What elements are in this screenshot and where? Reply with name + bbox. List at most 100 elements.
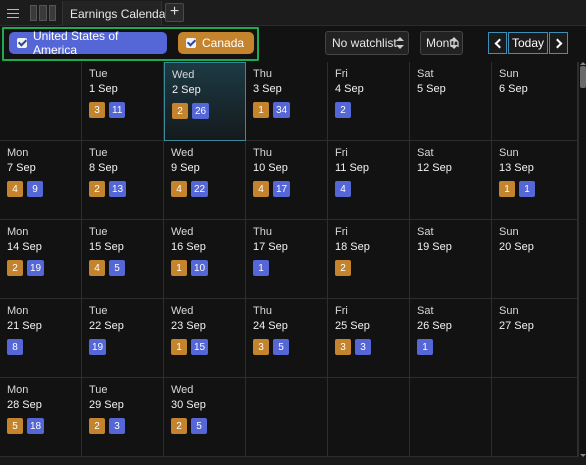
calendar-day-cell[interactable]: Sun 13 Sep 1 1	[492, 141, 578, 220]
canada-earnings-count-badge[interactable]: 2	[89, 181, 105, 197]
usa-earnings-count-badge[interactable]: 8	[7, 339, 23, 355]
usa-earnings-count-badge[interactable]: 13	[109, 181, 127, 197]
canada-earnings-count-badge[interactable]: 5	[7, 418, 23, 434]
canada-earnings-count-badge[interactable]: 3	[335, 339, 351, 355]
usa-earnings-count-badge[interactable]: 15	[191, 339, 209, 355]
calendar-day-cell[interactable]: Sat 12 Sep	[410, 141, 492, 220]
canada-earnings-count-badge[interactable]: 1	[171, 260, 187, 276]
calendar-day-cell[interactable]: Thu 24 Sep 3 5	[246, 299, 328, 378]
calendar-day-cell[interactable]: Fri 25 Sep 3 3	[328, 299, 410, 378]
canada-earnings-count-badge[interactable]: 4	[171, 181, 187, 197]
earnings-badges: 2 26	[172, 103, 210, 119]
usa-earnings-count-badge[interactable]: 1	[519, 181, 535, 197]
calendar-day-cell[interactable]: Mon 28 Sep 5 18	[0, 378, 82, 457]
calendar-day-cell[interactable]: Tue 8 Sep 2 13	[82, 141, 164, 220]
country-label-usa: United States of America	[33, 29, 119, 57]
next-month-button[interactable]	[549, 32, 568, 54]
calendar-day-cell[interactable]: Wed 9 Sep 4 22	[164, 141, 246, 220]
usa-earnings-count-badge[interactable]: 4	[335, 181, 351, 197]
canada-earnings-count-badge[interactable]: 2	[335, 260, 351, 276]
canada-earnings-count-badge[interactable]: 2	[172, 103, 188, 119]
usa-earnings-count-badge[interactable]: 5	[191, 418, 207, 434]
day-of-week-label: Tue	[89, 384, 108, 396]
calendar-day-cell[interactable]: Wed 16 Sep 1 10	[164, 220, 246, 299]
canada-earnings-count-badge[interactable]: 1	[253, 102, 269, 118]
menu-icon[interactable]	[3, 3, 23, 23]
usa-earnings-count-badge[interactable]: 22	[191, 181, 209, 197]
updown-arrows-icon	[450, 37, 458, 49]
usa-earnings-count-badge[interactable]: 1	[417, 339, 433, 355]
tab-earnings-calendar[interactable]: Earnings Calendar	[62, 1, 169, 26]
vertical-scrollbar[interactable]	[578, 62, 586, 457]
usa-earnings-count-badge[interactable]: 3	[355, 339, 371, 355]
day-of-week-label: Sun	[499, 68, 519, 80]
canada-earnings-count-badge[interactable]: 2	[7, 260, 23, 276]
calendar-day-cell[interactable]: Sat 5 Sep	[410, 62, 492, 141]
usa-earnings-count-badge[interactable]: 5	[273, 339, 289, 355]
calendar-day-cell[interactable]: Fri 4 Sep 2	[328, 62, 410, 141]
date-label: 7 Sep	[7, 162, 36, 174]
usa-earnings-count-badge[interactable]: 9	[27, 181, 43, 197]
previous-month-button[interactable]	[488, 32, 507, 54]
watchlist-select[interactable]: No watchlist	[325, 31, 409, 55]
calendar-day-cell[interactable]: Sun 6 Sep	[492, 62, 578, 141]
usa-earnings-count-badge[interactable]: 1	[253, 260, 269, 276]
calendar-day-cell[interactable]: Fri 11 Sep 4	[328, 141, 410, 220]
date-label: 6 Sep	[499, 83, 528, 95]
calendar-empty-cell	[246, 378, 328, 457]
usa-earnings-count-badge[interactable]: 19	[27, 260, 45, 276]
scroll-up-icon[interactable]	[580, 62, 586, 65]
usa-earnings-count-badge[interactable]: 3	[109, 418, 125, 434]
calendar-day-cell[interactable]: Fri 18 Sep 2	[328, 220, 410, 299]
calendar-day-cell[interactable]: Mon 7 Sep 4 9	[0, 141, 82, 220]
add-tab-button[interactable]: +	[165, 3, 184, 22]
today-button[interactable]: Today	[508, 32, 548, 54]
canada-earnings-count-badge[interactable]: 4	[89, 260, 105, 276]
canada-earnings-count-badge[interactable]: 4	[253, 181, 269, 197]
usa-earnings-count-badge[interactable]: 18	[27, 418, 45, 434]
canada-earnings-count-badge[interactable]: 3	[89, 102, 105, 118]
view-select[interactable]: Month	[420, 31, 463, 55]
checkbox-checked-icon[interactable]	[17, 38, 27, 48]
calendar-day-cell[interactable]: Sat 26 Sep 1	[410, 299, 492, 378]
date-label: 4 Sep	[335, 83, 364, 95]
canada-earnings-count-badge[interactable]: 2	[171, 418, 187, 434]
canada-earnings-count-badge[interactable]: 4	[7, 181, 23, 197]
scroll-thumb[interactable]	[580, 66, 586, 88]
calendar-day-cell[interactable]: Mon 21 Sep 8	[0, 299, 82, 378]
calendar-day-cell[interactable]: Thu 17 Sep 1	[246, 220, 328, 299]
checkbox-checked-icon[interactable]	[186, 38, 196, 48]
usa-earnings-count-badge[interactable]: 2	[335, 102, 351, 118]
calendar-day-cell[interactable]: Wed 2 Sep 2 26	[164, 62, 246, 141]
usa-earnings-count-badge[interactable]: 5	[109, 260, 125, 276]
calendar-day-cell[interactable]: Thu 10 Sep 4 17	[246, 141, 328, 220]
country-filter-canada[interactable]: Canada	[178, 32, 254, 54]
country-filter-usa[interactable]: United States of America	[9, 29, 167, 57]
usa-earnings-count-badge[interactable]: 26	[192, 103, 210, 119]
usa-earnings-count-badge[interactable]: 34	[273, 102, 291, 118]
day-of-week-label: Mon	[7, 226, 29, 238]
canada-earnings-count-badge[interactable]: 2	[89, 418, 105, 434]
calendar-day-cell[interactable]: Tue 29 Sep 2 3	[82, 378, 164, 457]
calendar-day-cell[interactable]: Sun 20 Sep	[492, 220, 578, 299]
usa-earnings-count-badge[interactable]: 17	[273, 181, 291, 197]
usa-earnings-count-badge[interactable]: 10	[191, 260, 209, 276]
canada-earnings-count-badge[interactable]: 1	[171, 339, 187, 355]
calendar-day-cell[interactable]: Sun 27 Sep	[492, 299, 578, 378]
layout-columns-icon[interactable]	[30, 5, 56, 21]
day-of-week-label: Fri	[335, 147, 348, 159]
usa-earnings-count-badge[interactable]: 11	[109, 102, 126, 118]
calendar-day-cell[interactable]: Wed 23 Sep 1 15	[164, 299, 246, 378]
calendar-day-cell[interactable]: Tue 1 Sep 3 11	[82, 62, 164, 141]
calendar-day-cell[interactable]: Tue 22 Sep 19	[82, 299, 164, 378]
calendar-day-cell[interactable]: Thu 3 Sep 1 34	[246, 62, 328, 141]
calendar-day-cell[interactable]: Mon 14 Sep 2 19	[0, 220, 82, 299]
earnings-badges: 1 34	[253, 102, 291, 118]
calendar-day-cell[interactable]: Tue 15 Sep 4 5	[82, 220, 164, 299]
calendar-day-cell[interactable]: Sat 19 Sep	[410, 220, 492, 299]
canada-earnings-count-badge[interactable]: 3	[253, 339, 269, 355]
canada-earnings-count-badge[interactable]: 1	[499, 181, 515, 197]
usa-earnings-count-badge[interactable]: 19	[89, 339, 107, 355]
calendar-day-cell[interactable]: Wed 30 Sep 2 5	[164, 378, 246, 457]
tab-bar: Earnings Calendar +	[0, 0, 586, 26]
